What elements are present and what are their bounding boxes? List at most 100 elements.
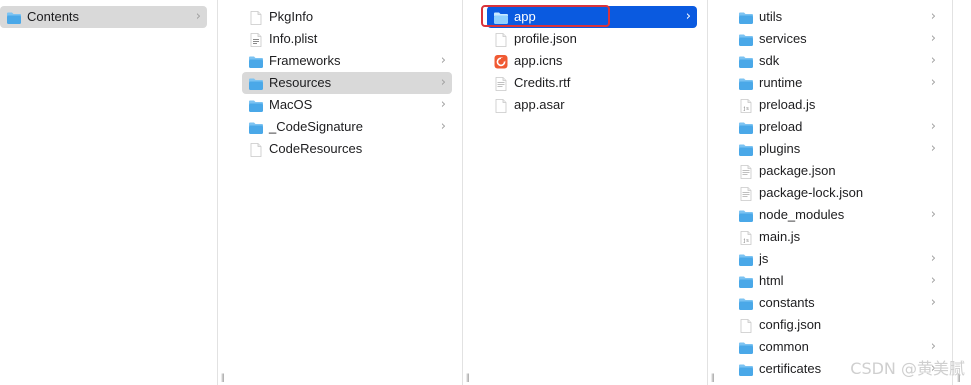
- item-name: package-lock.json: [759, 185, 864, 200]
- column-divider[interactable]: [217, 0, 218, 385]
- chevron-right-icon: ›: [930, 31, 936, 46]
- column-4[interactable]: utils › services › sdk › runtime › js preload.js p…: [722, 0, 971, 385]
- folder-row[interactable]: node_modules ›: [732, 204, 942, 226]
- watermark: CSDN @黄美腻: [850, 359, 965, 378]
- chevron-right-icon: ›: [930, 75, 936, 90]
- folder-row[interactable]: html ›: [732, 270, 942, 292]
- chevron-right-icon: ›: [930, 207, 936, 222]
- chevron-right-icon: ›: [930, 9, 936, 24]
- item-name: Credits.rtf: [514, 75, 571, 90]
- file-row[interactable]: CodeResources: [242, 138, 452, 160]
- folder-icon: [248, 98, 264, 112]
- folder-row[interactable]: MacOS ›: [242, 94, 452, 116]
- folder-row[interactable]: app ›: [487, 6, 697, 28]
- item-name: Info.plist: [269, 31, 318, 46]
- folder-icon: [738, 120, 754, 134]
- folder-icon: [738, 142, 754, 156]
- file-row[interactable]: app.asar: [487, 94, 697, 116]
- folder-row[interactable]: sdk ›: [732, 50, 942, 72]
- column-resize-handle[interactable]: ||: [711, 372, 715, 382]
- column-2[interactable]: PkgInfo Info.plist Frameworks › Resources › Ma…: [232, 0, 462, 385]
- js-file-icon: js: [738, 230, 754, 245]
- file-row[interactable]: profile.json: [487, 28, 697, 50]
- item-name: html: [759, 273, 784, 288]
- folder-icon: [738, 362, 754, 376]
- file-row[interactable]: Info.plist: [242, 28, 452, 50]
- folder-row[interactable]: preload ›: [732, 116, 942, 138]
- document-icon: [738, 186, 754, 201]
- svg-text:js: js: [743, 106, 749, 112]
- column-divider[interactable]: [462, 0, 463, 385]
- column-4-list: utils › services › sdk › runtime › js preload.js p…: [732, 6, 942, 380]
- folder-row[interactable]: js ›: [732, 248, 942, 270]
- file-row[interactable]: PkgInfo: [242, 6, 452, 28]
- folder-icon: [738, 296, 754, 310]
- column-resize-handle[interactable]: ||: [221, 372, 225, 382]
- file-row[interactable]: Credits.rtf: [487, 72, 697, 94]
- folder-icon: [6, 10, 22, 24]
- folder-icon: [738, 32, 754, 46]
- file-row[interactable]: config.json: [732, 314, 942, 336]
- item-name: js: [759, 251, 769, 266]
- chevron-right-icon: ›: [440, 119, 446, 134]
- document-icon: [738, 164, 754, 179]
- item-name: Resources: [269, 75, 332, 90]
- chevron-right-icon: ›: [930, 251, 936, 266]
- column-divider[interactable]: [707, 0, 708, 385]
- item-name: config.json: [759, 317, 822, 332]
- folder-row[interactable]: utils ›: [732, 6, 942, 28]
- folder-icon: [738, 10, 754, 24]
- item-name: MacOS: [269, 97, 313, 112]
- file-row[interactable]: app.icns: [487, 50, 697, 72]
- folder-row[interactable]: Resources ›: [242, 72, 452, 94]
- item-name: _CodeSignature: [269, 119, 363, 134]
- item-name: package.json: [759, 163, 836, 178]
- scrollbar-track-divider: [952, 0, 953, 385]
- folder-row[interactable]: Frameworks ›: [242, 50, 452, 72]
- file-row[interactable]: package-lock.json: [732, 182, 942, 204]
- chevron-right-icon: ›: [930, 119, 936, 134]
- chevron-right-icon: ›: [930, 295, 936, 310]
- folder-icon: [738, 340, 754, 354]
- document-icon: [493, 76, 509, 91]
- item-name: plugins: [759, 141, 801, 156]
- item-name: services: [759, 31, 807, 46]
- js-file-icon: js: [738, 98, 754, 113]
- folder-icon: [738, 76, 754, 90]
- item-name: common: [759, 339, 809, 354]
- item-name: app.icns: [514, 53, 563, 68]
- folder-row[interactable]: constants ›: [732, 292, 942, 314]
- folder-row[interactable]: _CodeSignature ›: [242, 116, 452, 138]
- column-resize-handle[interactable]: ||: [466, 372, 470, 382]
- item-name: PkgInfo: [269, 9, 314, 24]
- folder-row[interactable]: Contents ›: [0, 6, 207, 28]
- scrollbar[interactable]: [957, 6, 965, 378]
- chevron-right-icon: ›: [440, 75, 446, 90]
- finder-column-browser: Contents › || PkgInfo Info.plist Frameworks…: [0, 0, 971, 385]
- chevron-right-icon: ›: [930, 53, 936, 68]
- file-row[interactable]: package.json: [732, 160, 942, 182]
- folder-row[interactable]: runtime ›: [732, 72, 942, 94]
- plist-file-icon: [248, 32, 264, 47]
- folder-row[interactable]: services ›: [732, 28, 942, 50]
- item-name: utils: [759, 9, 783, 24]
- item-name: CodeResources: [269, 141, 363, 156]
- item-name: Contents: [27, 9, 80, 24]
- folder-row[interactable]: plugins ›: [732, 138, 942, 160]
- item-name: runtime: [759, 75, 803, 90]
- file-row[interactable]: js preload.js: [732, 94, 942, 116]
- column-1[interactable]: Contents ›: [0, 0, 217, 385]
- file-row[interactable]: js main.js: [732, 226, 942, 248]
- column-3[interactable]: app › profile.json app.icns Credits.rtf app.a…: [477, 0, 707, 385]
- folder-icon: [248, 120, 264, 134]
- chevron-right-icon: ›: [930, 141, 936, 156]
- file-icon: [738, 318, 754, 333]
- chevron-right-icon: ›: [930, 273, 936, 288]
- item-name: Frameworks: [269, 53, 341, 68]
- folder-icon: [738, 54, 754, 68]
- chevron-right-icon: ›: [195, 9, 201, 24]
- folder-icon: [248, 54, 264, 68]
- column-3-list: app › profile.json app.icns Credits.rtf app.a…: [487, 6, 697, 116]
- column-2-list: PkgInfo Info.plist Frameworks › Resources › Ma…: [242, 6, 452, 160]
- item-name: app: [514, 9, 536, 24]
